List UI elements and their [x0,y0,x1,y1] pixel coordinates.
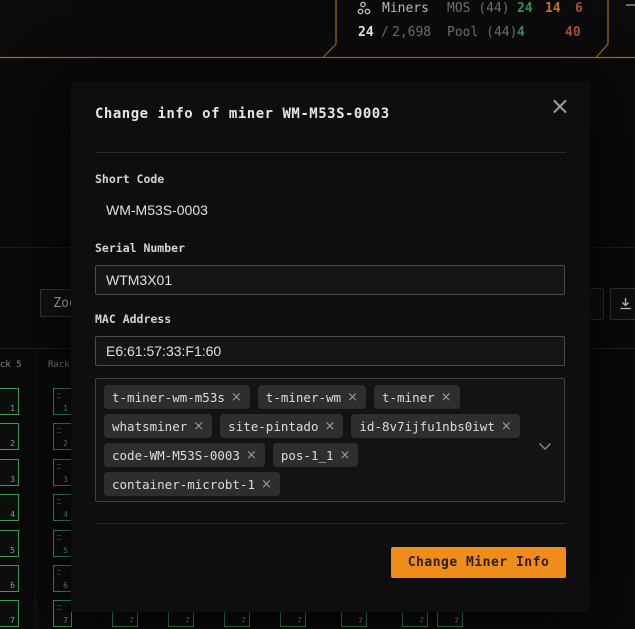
change-miner-info-button[interactable]: Change Miner Info [391,547,566,578]
remove-tag-icon[interactable]: × [193,419,204,434]
download-button[interactable] [610,288,635,320]
miners-icon [357,1,373,20]
miner-slot[interactable]: 1 [0,388,19,415]
remove-tag-icon[interactable]: × [340,448,351,463]
miner-slot[interactable]: 4 [53,494,72,522]
slot-number: 1 [63,404,68,413]
tag-label: container-microbt-1 [112,476,255,492]
slot-number: 3 [63,474,68,484]
miner-slot[interactable]: 3 [0,458,19,486]
slot-number: 7 [129,616,134,626]
slot-number: 7 [419,616,424,626]
remove-tag-icon[interactable]: × [347,390,358,405]
serial-number-input[interactable] [95,265,565,295]
mos-ok-count: 24 [517,1,533,16]
top-header: Miners MOS (44) 24 14 6 24 / 2,698 Pool … [0,0,635,59]
tag-label: pos-1_1 [280,447,334,463]
miner-slot[interactable]: 7 [0,600,19,628]
rack-label: Rack [48,360,70,370]
miner-slot[interactable]: 3 [53,458,72,486]
tag-label: t-miner [381,389,435,405]
rack-separator [35,348,36,629]
tag-chip: t-miner-wm × [257,385,366,409]
pool-ok-count: 4 [517,25,525,40]
slot-number: 4 [63,510,68,520]
slot-number: 7 [454,616,459,626]
rack-label: Rack 5 [0,360,22,370]
mos-label: MOS (44) [447,1,510,16]
remove-tag-icon[interactable]: × [231,390,242,405]
tag-chip: id-8v7ijfu1nbs0iwt × [351,414,520,438]
miner-slot[interactable]: 1 [53,388,72,415]
slot-number: 7 [10,616,15,626]
pool-err-count: 40 [565,25,581,40]
slot-number: 5 [10,545,15,555]
tag-chip: whatsminer × [104,414,213,438]
remove-tag-icon[interactable]: × [441,390,452,405]
pool-label: Pool (44) [447,25,518,40]
tag-label: site-pintado [228,418,319,434]
miner-count-total: 2,698 [392,25,432,40]
slot-number: 4 [10,510,15,520]
tag-label: id-8v7ijfu1nbs0iwt [359,418,495,434]
tag-chip: site-pintado × [220,414,344,438]
remove-tag-icon[interactable]: × [261,477,272,492]
slot-number: 2 [63,439,68,449]
miner-slot[interactable]: 4 [0,494,19,522]
serial-number-label: Serial Number [95,241,186,255]
miner-count-separator: / [381,25,389,40]
mac-address-input[interactable] [95,336,565,366]
slot-number: 7 [241,616,246,626]
tag-chip: code-WM-M53S-0003 × [104,443,265,467]
tag-label: t-miner-wm-m53s [112,389,225,405]
slot-number: 7 [185,616,190,626]
close-icon[interactable]: × [550,94,570,118]
slot-number: 3 [10,474,15,484]
tag-chip: t-miner-wm-m53s × [104,385,250,409]
app-root: Miners MOS (44) 24 14 6 24 / 2,698 Pool … [0,0,635,629]
remove-tag-icon[interactable]: × [501,419,512,434]
short-code-label: Short Code [95,172,165,186]
slot-number: 7 [358,616,363,626]
remove-tag-icon[interactable]: × [246,448,257,463]
tag-chip: t-miner × [373,385,460,409]
slot-number: 6 [63,581,68,590]
slot-number: 1 [10,404,15,413]
slot-number: 7 [63,616,68,626]
header-accent-border [0,0,635,59]
miner-count-current: 24 [358,25,374,40]
mos-err-count: 6 [575,1,583,16]
miner-slot[interactable]: 6 [0,565,19,592]
download-icon [619,295,632,314]
miner-slot[interactable]: 2 [53,423,72,451]
modal-divider-bottom [95,523,566,524]
tag-chip: pos-1_1 × [272,443,359,467]
miner-slot[interactable]: 5 [53,529,72,557]
short-code-value: WM-M53S-0003 [106,202,208,218]
miner-slot[interactable]: 5 [0,529,19,557]
tag-label: code-WM-M53S-0003 [112,447,240,463]
tag-label: whatsminer [112,418,188,434]
mac-address-label: MAC Address [95,312,172,326]
miner-slot[interactable]: 6 [53,565,72,592]
modal-divider-top [95,152,566,153]
chevron-down-icon[interactable] [538,436,552,455]
tag-label: t-miner-wm [265,389,342,405]
miners-label: Miners [382,1,429,16]
mos-warn-count: 14 [545,1,561,16]
truncated-icon [626,4,635,6]
slot-number: 6 [10,581,15,590]
miner-slot[interactable]: 2 [0,423,19,451]
slot-number: 2 [10,439,15,449]
slot-number: 5 [63,545,68,555]
tags-input[interactable]: t-miner-wm-m53s × t-miner-wm × t-miner × wh… [95,378,565,502]
modal-title: Change info of miner WM-M53S-0003 [95,106,390,122]
slot-number: 7 [297,616,302,626]
change-miner-info-modal: Change info of miner WM-M53S-0003 × Shor… [71,82,590,612]
remove-tag-icon[interactable]: × [324,419,335,434]
miner-slot[interactable]: 7 [53,600,72,628]
tag-chip: container-microbt-1 × [104,472,280,496]
